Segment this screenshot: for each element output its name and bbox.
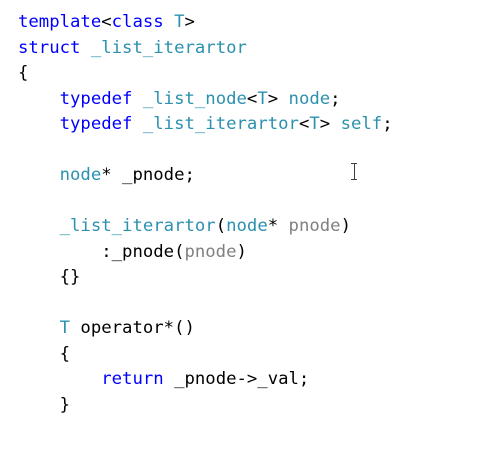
code-token: {} (18, 267, 81, 287)
code-token: { (18, 343, 71, 364)
code-token: node (59, 165, 102, 185)
code-token: < (101, 12, 112, 32)
code-line: node* _pnode; (18, 163, 393, 189)
code-token: pnode (288, 216, 341, 236)
code-token: template (18, 12, 102, 32)
code-token: ) (340, 216, 351, 236)
code-token: > (184, 12, 195, 32)
code-block[interactable]: template<class T> struct _list_iterartor{… (18, 10, 393, 418)
code-token: > (267, 88, 289, 109)
code-line: typedef _list_node<T> node; (18, 87, 393, 113)
code-token: class (111, 12, 164, 32)
code-line: ​ (18, 291, 393, 317)
code-token: T (59, 318, 71, 338)
code-token: ; (382, 114, 393, 134)
code-token: T (257, 88, 268, 109)
code-line: { (18, 342, 393, 368)
code-token: typedef (59, 114, 133, 134)
code-line: T operator*() (18, 316, 393, 342)
code-token: _list_node (142, 88, 247, 109)
code-token: } (18, 394, 71, 415)
code-token: ( (215, 216, 227, 236)
code-token: node (288, 88, 331, 109)
code-token: * _pnode; (101, 165, 195, 185)
code-token: operator*() (70, 318, 195, 338)
code-line: } (18, 393, 393, 419)
code-line: :_pnode(pnode) (18, 240, 393, 266)
code-token: :_pnode( (18, 241, 185, 262)
code-token: ) (236, 241, 247, 262)
code-line: {} (18, 265, 393, 291)
code-token: node (226, 216, 268, 236)
code-token: T (309, 114, 320, 134)
ibeam-cursor-icon (350, 163, 358, 180)
code-token: typedef (59, 88, 133, 109)
code-token: * (267, 216, 289, 236)
code-token: struct (18, 37, 81, 58)
code-line: return _pnode->_val; (18, 367, 393, 393)
code-line: template<class T> (18, 10, 393, 36)
code-token: _list_iterartor (59, 216, 216, 236)
code-token: _list_iterartor (142, 114, 299, 134)
code-line: _list_iterartor(node* pnode) (18, 214, 393, 240)
code-editor[interactable]: template<class T> struct _list_iterartor{… (0, 0, 481, 453)
code-token: < (298, 114, 310, 134)
code-token: _list_iterartor (90, 37, 247, 58)
code-token: T (174, 12, 185, 32)
code-line: ​ (18, 138, 393, 164)
code-token: return (101, 369, 164, 389)
code-line: struct _list_iterartor (18, 36, 393, 62)
code-token: < (246, 88, 258, 109)
code-line: typedef _list_iterartor<T> self; (18, 112, 393, 138)
code-token: ; (330, 88, 341, 109)
code-token: pnode (184, 241, 237, 262)
code-token: > (319, 114, 341, 134)
code-token: _pnode->_val; (163, 369, 310, 389)
code-token: self (340, 114, 383, 134)
code-line: { (18, 61, 393, 87)
code-line: ​ (18, 189, 393, 215)
code-token: { (18, 63, 29, 83)
